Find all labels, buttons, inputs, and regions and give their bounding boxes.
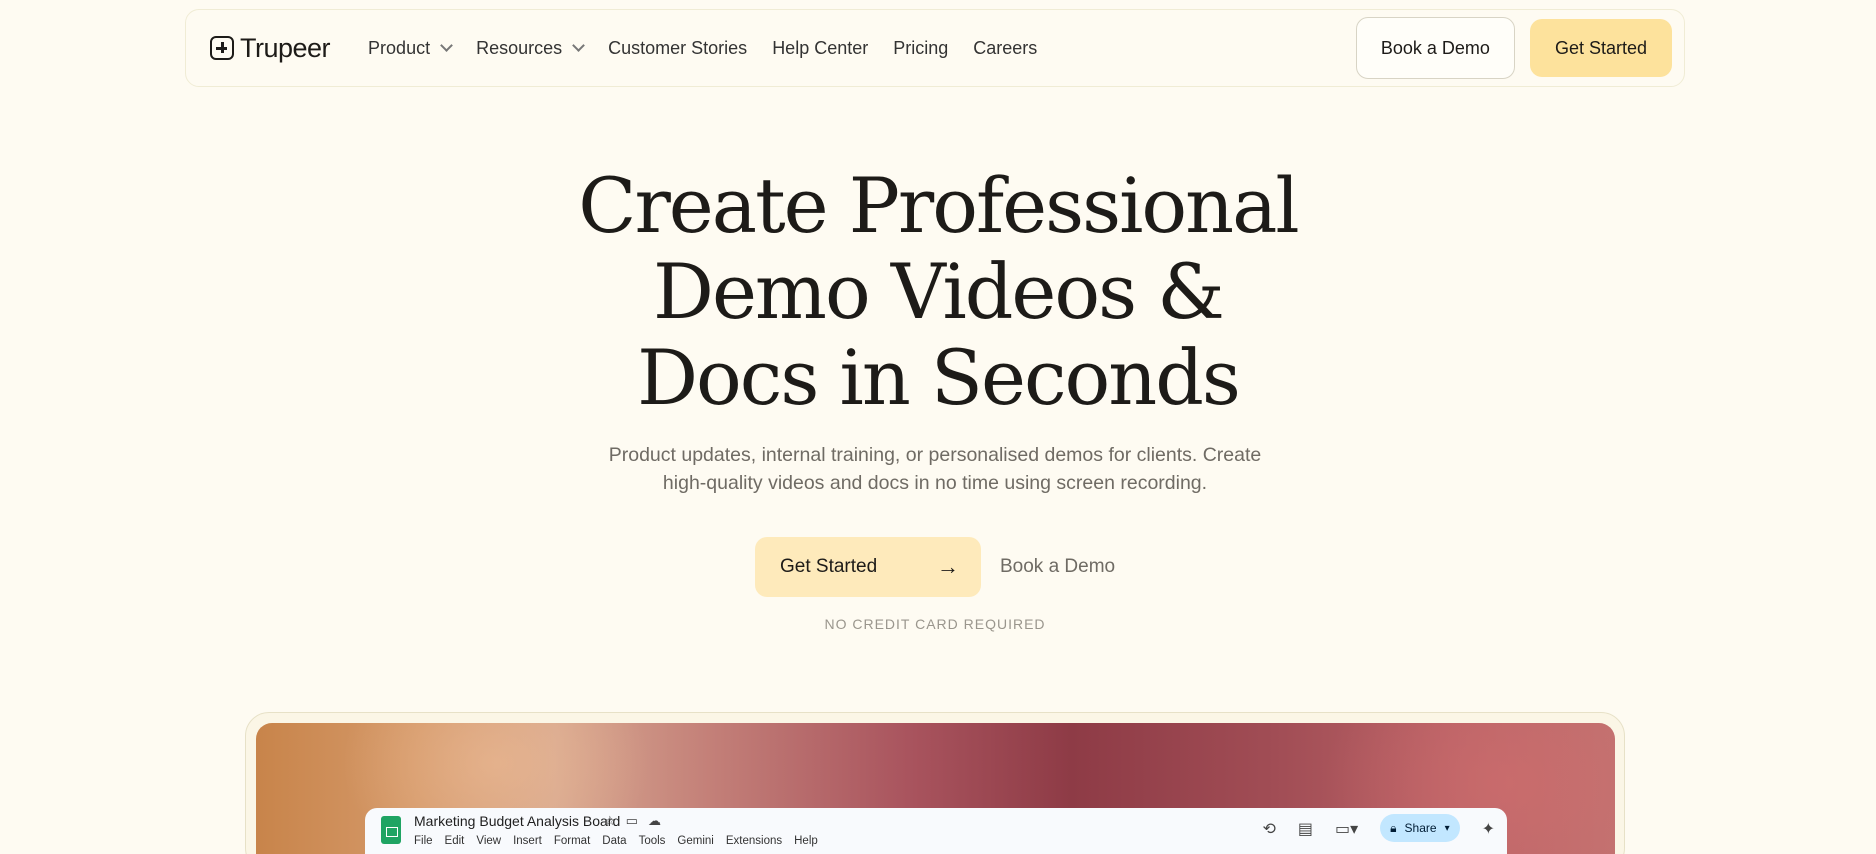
caret-down-icon: ▾ [1444,822,1450,834]
top-nav: Trupeer Product Resources Customer Stori… [185,9,1685,87]
logo-mark-icon [210,36,234,60]
hero-title-line: Demo Videos & [653,247,1225,336]
sparkle-icon: ✦ [1481,818,1495,838]
sheet-menu-tools: Tools [638,835,666,847]
hero-title-line: Docs in Seconds [637,333,1241,422]
nav-actions: Book a Demo Get Started [1355,17,1672,79]
chevron-down-icon [440,39,453,52]
get-started-button[interactable]: Get Started [1529,19,1672,77]
nav-item-customer-stories[interactable]: Customer Stories [608,38,747,59]
no-credit-card-note: NO CREDIT CARD REQUIRED [824,616,1046,632]
sheet-menu-format: Format [553,835,591,847]
sheets-logo-icon [381,816,401,844]
sheet-menu-insert: Insert [513,835,542,847]
nav-item-product[interactable]: Product [368,37,453,59]
sheet-menu-edit: Edit [444,835,465,847]
nav-menu: Product Resources Customer Stories Help … [368,38,1062,59]
nav-item-help-center[interactable]: Help Center [772,38,868,59]
nav-item-label: Resources [476,37,563,58]
book-demo-button[interactable]: Book a Demo [1355,17,1515,79]
chevron-down-icon [572,39,586,52]
hero-title: Create Professional Demo Videos & Docs i… [0,163,1876,421]
star-icon: ☆ [604,814,616,829]
sheet-menu-view: View [476,835,502,847]
hero-title-line: Create Professional [578,161,1299,250]
nav-item-careers[interactable]: Careers [973,38,1037,59]
sheet-menu-file: File [414,835,433,847]
hero-subtitle-line: Product updates, internal training, or p… [608,444,1262,466]
history-icon: ⟲ [1262,818,1276,838]
product-preview-background: Marketing Budget Analysis Board ☆ ▭ ☁ Fi… [256,723,1615,854]
video-call-icon: ▭▾ [1334,818,1359,838]
hero-book-demo-link[interactable]: Book a Demo [1000,556,1115,578]
nav-item-label: Customer Stories [608,37,748,58]
sheet-menu-data: Data [602,835,627,847]
nav-item-label: Help Center [772,37,869,58]
comment-icon: ▤ [1297,818,1313,838]
share-label: Share [1404,821,1437,835]
folder-icon: ▭ [625,814,638,829]
logo-text: Trupeer [240,32,331,63]
sheet-menu-help: Help [794,835,818,847]
hero-cta-row: Get Started → Book a Demo [755,537,1115,597]
nav-item-label: Careers [973,37,1038,58]
spreadsheet-window: Marketing Budget Analysis Board ☆ ▭ ☁ Fi… [365,808,1507,854]
share-button: 🔒︎ Share ▾ [1380,814,1460,842]
hero-get-started-label: Get Started [780,556,878,577]
sheet-menu-bar: File Edit View Insert Format Data Tools … [414,835,818,847]
nav-item-pricing[interactable]: Pricing [893,38,948,59]
logo[interactable]: Trupeer [210,32,331,64]
nav-item-label: Pricing [893,37,949,58]
hero-subtitle: Product updates, internal training, or p… [560,441,1310,497]
sheet-menu-gemini: Gemini [677,835,714,847]
hero-get-started-button[interactable]: Get Started → [755,537,981,597]
hero-subtitle-line: high-quality videos and docs in no time … [662,472,1208,494]
sheet-menu-extensions: Extensions [725,835,783,847]
lock-icon: 🔒︎ [1390,820,1397,835]
cloud-icon: ☁ [647,814,661,829]
sheet-title: Marketing Budget Analysis Board [414,813,621,829]
product-preview-frame: Marketing Budget Analysis Board ☆ ▭ ☁ Fi… [245,712,1625,854]
nav-item-resources[interactable]: Resources [476,37,586,59]
arrow-right-icon: → [937,554,959,579]
sheet-actions: ⟲ ▤ ▭▾ 🔒︎ Share ▾ ✦ [1262,814,1495,842]
sheet-title-tools: ☆ ▭ ☁ [604,814,661,829]
nav-item-label: Product [368,37,431,58]
